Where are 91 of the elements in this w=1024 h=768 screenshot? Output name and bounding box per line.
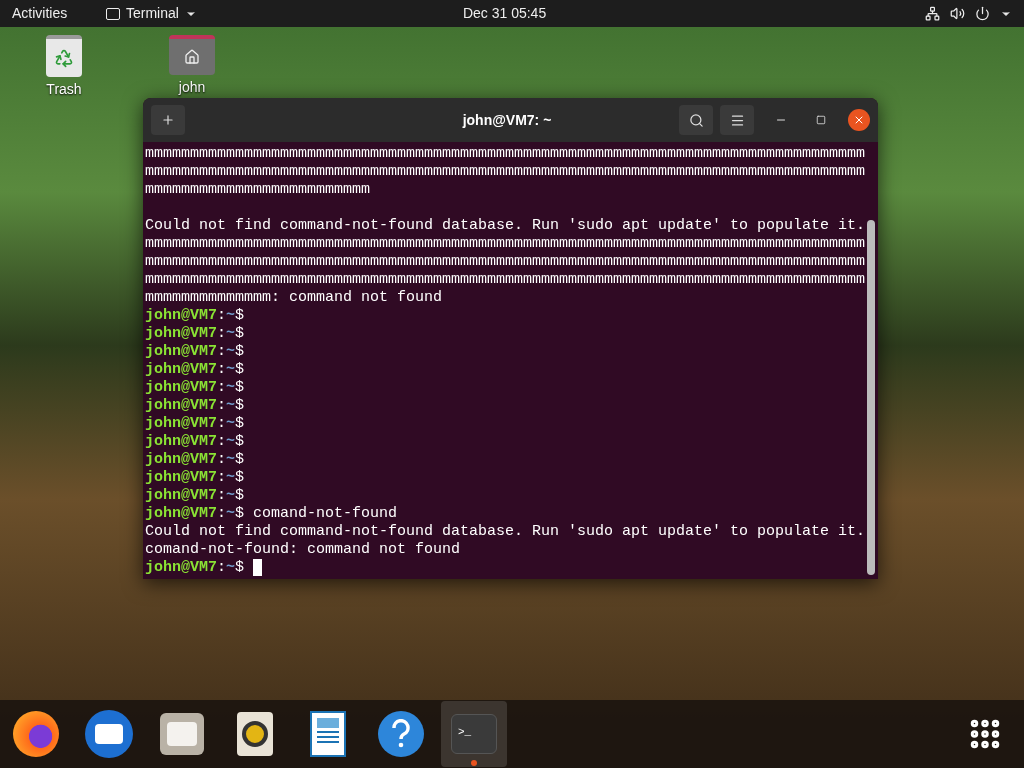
prompt-separator: : (217, 307, 227, 325)
prompt-separator: : (217, 469, 227, 487)
search-icon (688, 112, 704, 128)
prompt-user: john@VM7 (145, 487, 217, 505)
network-icon[interactable] (925, 6, 940, 21)
prompt-path: ~ (226, 505, 236, 523)
prompt-separator: : (217, 415, 227, 433)
power-icon[interactable] (975, 6, 990, 21)
output-line: Could not find command-not-found database. Run 'sudo apt update' to populate it. (145, 217, 866, 235)
question-mark-icon[interactable] (378, 711, 424, 757)
terminal-icon[interactable]: >_ (451, 714, 497, 754)
scrollbar-thumb[interactable] (867, 220, 875, 575)
prompt-separator: : (217, 433, 227, 451)
prompt-path: ~ (226, 379, 236, 397)
prompt-separator: : (217, 397, 227, 415)
trash-icon[interactable] (46, 35, 82, 77)
output-line: Could not find command-not-found database. Run 'sudo apt update' to populate it. (145, 523, 866, 541)
prompt-symbol: $ (235, 433, 245, 451)
prompt-path: ~ (226, 559, 236, 577)
prompt-user: john@VM7 (145, 433, 217, 451)
prompt-user: john@VM7 (145, 325, 217, 343)
prompt-path: ~ (226, 343, 236, 361)
prompt-separator: : (217, 559, 227, 577)
prompt-user: john@VM7 (145, 415, 217, 433)
plus-icon (161, 113, 175, 127)
prompt-user: john@VM7 (145, 361, 217, 379)
prompt-user: john@VM7 (145, 505, 217, 523)
prompt-symbol: $ (235, 343, 245, 361)
prompt-path: ~ (226, 307, 236, 325)
prompt-path: ~ (226, 469, 236, 487)
output-line: mmmmmmmmmmmmmmmmmmmmmmmmmmmmmmmmmmmmmmmmmmmmmmmmmmmmmmmmmmmmmmmmmmmmmmmmmmmmmmmm (145, 253, 866, 271)
activities-button[interactable]: Activities (12, 3, 102, 24)
desktop-icon-label: john (178, 78, 206, 97)
prompt-symbol: $ (235, 325, 245, 343)
new-tab-button[interactable] (151, 105, 185, 135)
prompt-symbol: $ (235, 469, 245, 487)
terminal-icon (106, 7, 120, 20)
prompt-symbol: $ (235, 379, 245, 397)
prompt-symbol: $ (235, 415, 245, 433)
prompt-symbol: $ (235, 487, 245, 505)
prompt-path: ~ (226, 325, 236, 343)
prompt-separator: : (217, 379, 227, 397)
maximize-icon (816, 115, 826, 125)
home-folder-icon[interactable] (169, 35, 215, 75)
prompt-user: john@VM7 (145, 559, 217, 577)
prompt-separator: : (217, 325, 227, 343)
prompt-symbol: $ (235, 559, 245, 577)
prompt-path: ~ (226, 415, 236, 433)
clock[interactable]: Dec 31 05:45 (462, 3, 547, 24)
running-indicator (471, 760, 477, 766)
prompt-separator: : (217, 451, 227, 469)
command-text: comand-not-found (253, 505, 398, 523)
prompt-symbol: $ (235, 451, 245, 469)
volume-icon[interactable] (950, 6, 965, 21)
prompt-symbol: $ (235, 307, 245, 325)
prompt-path: ~ (226, 433, 236, 451)
prompt-user: john@VM7 (145, 307, 217, 325)
prompt-path: ~ (226, 361, 236, 379)
prompt-user: john@VM7 (145, 379, 217, 397)
prompt-separator: : (217, 505, 227, 523)
close-icon (853, 114, 865, 126)
prompt-separator: : (217, 487, 227, 505)
prompt-symbol: $ (235, 361, 245, 379)
output-line: mmmmmmmmmmmmmmmmmmmmmmmmm (145, 181, 371, 199)
menu-button[interactable] (720, 105, 754, 135)
prompt-user: john@VM7 (145, 451, 217, 469)
window-title: john@VM7: ~ (461, 110, 553, 130)
search-button[interactable] (679, 105, 713, 135)
app-menu[interactable]: Terminal (106, 3, 197, 24)
output-line: mmmmmmmmmmmmmmmmmmmmmmmmmmmmmmmmmmmmmmmmmmmmmmmmmmmmmmmmmmmmmmmmmmmmmmmmmmmmmmmm (145, 235, 866, 253)
dock-item[interactable]: >_ (441, 701, 507, 767)
prompt-path: ~ (226, 487, 236, 505)
prompt-separator: : (217, 361, 227, 379)
prompt-path: ~ (226, 451, 236, 469)
prompt-symbol: $ (235, 505, 245, 523)
prompt-user: john@VM7 (145, 343, 217, 361)
document-icon[interactable] (310, 711, 346, 757)
prompt-path: ~ (226, 397, 236, 415)
prompt-user: john@VM7 (145, 397, 217, 415)
desktop-icon-label: Trash (46, 80, 82, 99)
output-line: mmmmmmmmmmmmmmmmmmmmmmmmmmmmmmmmmmmmmmmmmmmmmmmmmmmmmmmmmmmmmmmmmmmmmmmmmmmmmmmm (145, 145, 866, 163)
speaker-icon[interactable] (237, 712, 273, 756)
output-line: comand-not-found: command not found (145, 541, 461, 559)
close-button[interactable] (848, 109, 870, 131)
output-line: mmmmmmmmmmmmmmmmmmmmmmmmmmmmmmmmmmmmmmmmmmmmmmmmmmmmmmmmmmmmmmmmmmmmmmmmmmmmmmmm (145, 163, 866, 181)
prompt-separator: : (217, 343, 227, 361)
prompt-user: john@VM7 (145, 469, 217, 487)
prompt-symbol: $ (235, 397, 245, 415)
output-line: mmmmmmmmmmmmmmmmmmmmmmmmmmmmmmmmmmmmmmmmmmmmmmmmmmmmmmmmmmmmmmmmmmmmmmmmmmmmmmmm (145, 271, 866, 289)
output-line: mmmmmmmmmmmmmm: command not found (145, 289, 443, 307)
menu-icon (729, 112, 745, 128)
